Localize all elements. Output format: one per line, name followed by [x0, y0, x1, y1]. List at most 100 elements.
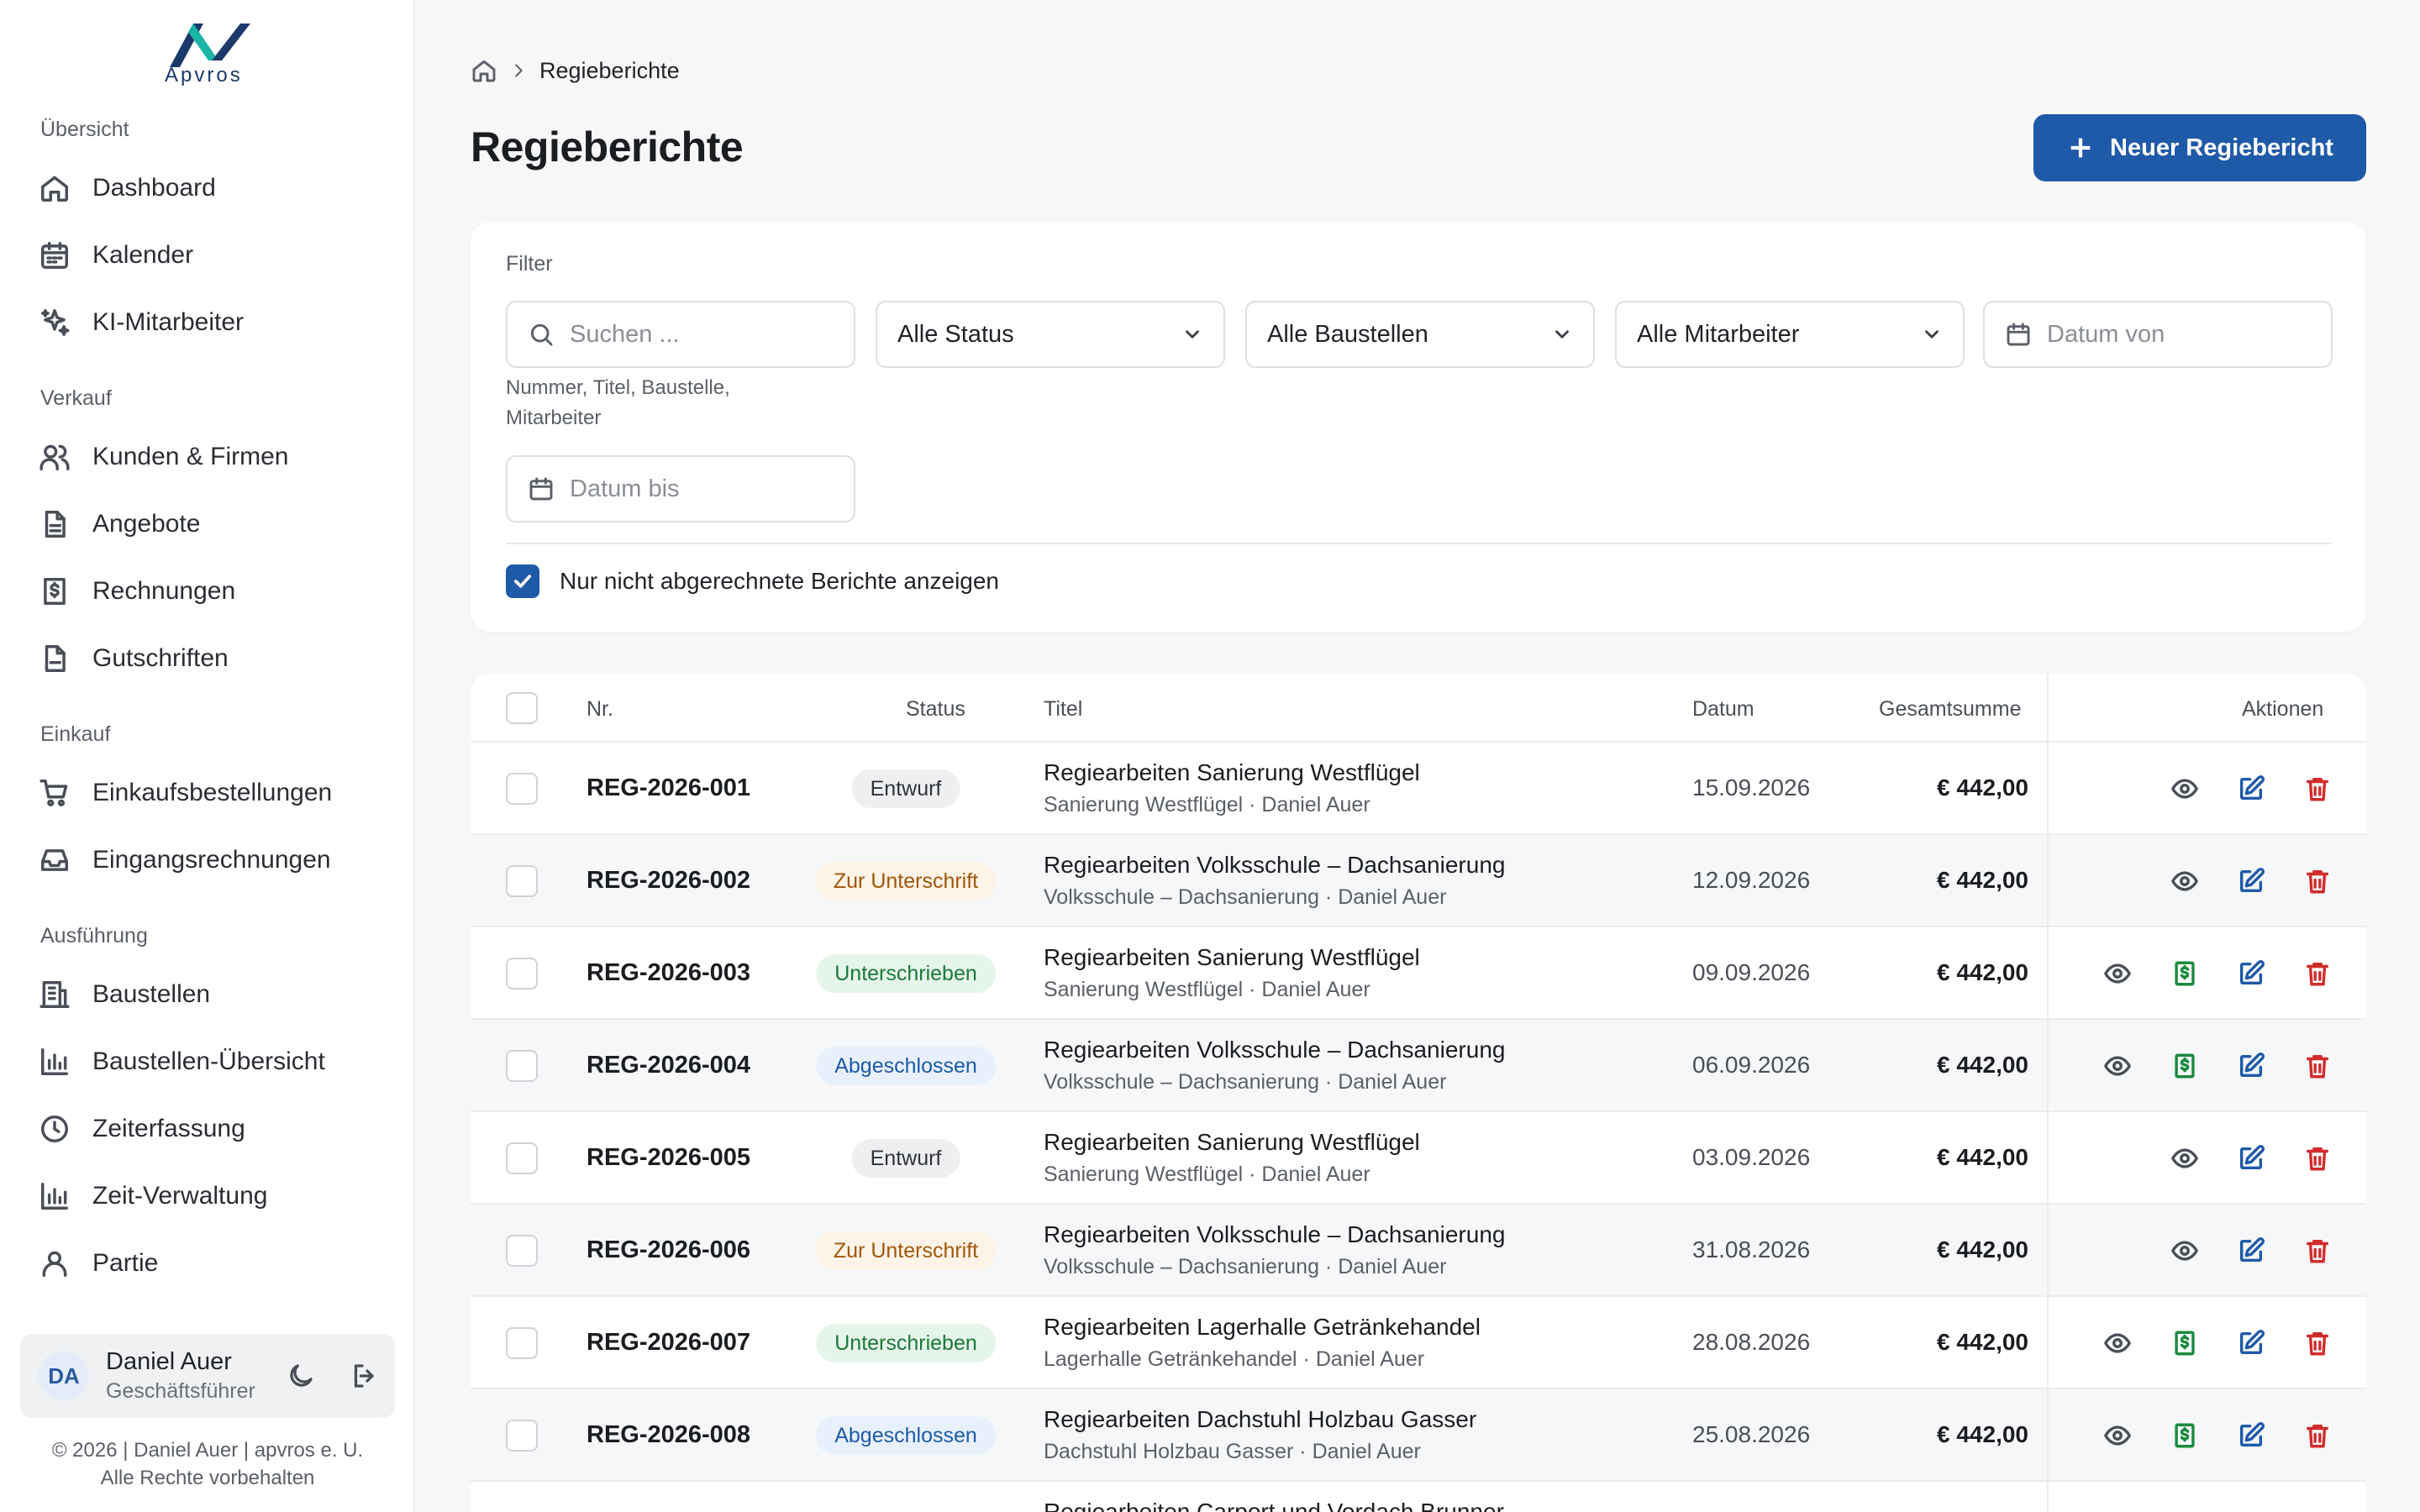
view-button[interactable]: [2167, 1233, 2202, 1268]
report-number[interactable]: REG-2026-003: [587, 959, 750, 987]
edit-button[interactable]: [2233, 1326, 2269, 1361]
row-checkbox[interactable]: [506, 1142, 538, 1174]
delete-button[interactable]: [2300, 1326, 2335, 1361]
search-input[interactable]: Suchen ...: [506, 301, 855, 368]
edit-icon: [2239, 1052, 2265, 1078]
date-from-input[interactable]: Datum von: [1983, 301, 2333, 368]
report-title[interactable]: Regiearbeiten Sanierung Westflügel: [1044, 944, 1420, 971]
report-title[interactable]: Regiearbeiten Volksschule – Dachsanierun…: [1044, 1037, 1505, 1063]
report-title[interactable]: Regiearbeiten Sanierung Westflügel: [1044, 759, 1420, 786]
view-button[interactable]: [2100, 1048, 2135, 1084]
delete-button[interactable]: [2300, 1141, 2335, 1176]
header-titel[interactable]: Titel: [1044, 697, 1082, 722]
row-checkbox[interactable]: [506, 1327, 538, 1359]
view-button[interactable]: [2167, 864, 2202, 899]
sidebar-item-baustellen-übersicht[interactable]: Baustellen-Übersicht: [37, 1034, 390, 1089]
report-number[interactable]: REG-2026-005: [587, 1144, 750, 1172]
sidebar-item-kunden-firmen[interactable]: Kunden & Firmen: [37, 429, 390, 485]
create-invoice-button[interactable]: [2167, 956, 2202, 991]
sidebar-item-zeit-verwaltung[interactable]: Zeit-Verwaltung: [37, 1168, 390, 1224]
new-report-button[interactable]: Neuer Regiebericht: [2033, 114, 2366, 181]
report-title[interactable]: Regiearbeiten Carport und Vordach Brunne…: [1044, 1499, 1504, 1512]
delete-button[interactable]: [2300, 864, 2335, 899]
edit-button[interactable]: [2233, 771, 2269, 806]
report-title[interactable]: Regiearbeiten Sanierung Westflügel: [1044, 1129, 1420, 1156]
table-row[interactable]: REG-2026-005 Entwurf Regiearbeiten Sanieru…: [471, 1112, 2366, 1205]
header-datum[interactable]: Datum: [1692, 697, 1754, 722]
sidebar-item-eingangsrechnungen[interactable]: Eingangsrechnungen: [37, 832, 390, 888]
report-number[interactable]: REG-2026-001: [587, 774, 750, 802]
report-title[interactable]: Regiearbeiten Volksschule – Dachsanierun…: [1044, 1221, 1505, 1248]
edit-button[interactable]: [2233, 1141, 2269, 1176]
header-nr[interactable]: Nr.: [587, 697, 613, 722]
delete-button[interactable]: [2300, 1418, 2335, 1453]
sidebar-item-rechnungen[interactable]: Rechnungen: [37, 564, 390, 619]
select-all-checkbox[interactable]: [506, 692, 538, 724]
logout-button[interactable]: [341, 1352, 388, 1399]
report-title[interactable]: Regiearbeiten Volksschule – Dachsanierun…: [1044, 852, 1505, 879]
edit-button[interactable]: [2233, 864, 2269, 899]
edit-button[interactable]: [2233, 1233, 2269, 1268]
view-button[interactable]: [2100, 1418, 2135, 1453]
report-number[interactable]: REG-2026-006: [587, 1236, 750, 1264]
report-title[interactable]: Regiearbeiten Dachstuhl Holzbau Gasser: [1044, 1406, 1476, 1433]
invoice-dollar-icon: [37, 574, 72, 609]
report-number[interactable]: REG-2026-002: [587, 867, 750, 895]
user-name: Daniel Auer: [106, 1348, 232, 1375]
row-checkbox[interactable]: [506, 773, 538, 805]
only-unbilled-toggle[interactable]: Nur nicht abgerechnete Berichte anzeigen: [506, 564, 999, 598]
create-invoice-button[interactable]: [2167, 1048, 2202, 1084]
sidebar-item-baustellen[interactable]: Baustellen: [37, 967, 390, 1022]
sidebar-item-partie[interactable]: Partie: [37, 1236, 390, 1291]
edit-button[interactable]: [2233, 1048, 2269, 1084]
view-button[interactable]: [2167, 771, 2202, 806]
table-row[interactable]: REG-2026-001 Entwurf Regiearbeiten Sanieru…: [471, 743, 2366, 835]
delete-button[interactable]: [2300, 1233, 2335, 1268]
sidebar-item-gutschriften[interactable]: Gutschriften: [37, 631, 390, 686]
table-row[interactable]: REG-2026-006 Zur Unterschrift Regiearbeite…: [471, 1205, 2366, 1297]
sidebar-item-ki-mitarbeiter[interactable]: KI-Mitarbeiter: [37, 295, 390, 350]
view-button[interactable]: [2167, 1141, 2202, 1176]
row-checkbox[interactable]: [506, 1235, 538, 1267]
report-number[interactable]: REG-2026-007: [587, 1329, 750, 1357]
edit-button[interactable]: [2233, 1418, 2269, 1453]
table-row[interactable]: REG-2026-007 Unterschrieben Regiearbeiten …: [471, 1297, 2366, 1389]
table-row[interactable]: Regiearbeiten Carport und Vordach Brunne…: [471, 1482, 2366, 1512]
report-total: € 442,00: [1937, 1421, 2028, 1447]
sidebar-item-einkaufsbestellungen[interactable]: Einkaufsbestellungen: [37, 765, 390, 821]
create-invoice-button[interactable]: [2167, 1326, 2202, 1361]
report-title[interactable]: Regiearbeiten Lagerhalle Getränkehandel: [1044, 1314, 1481, 1341]
theme-toggle-button[interactable]: [277, 1352, 324, 1399]
edit-button[interactable]: [2233, 956, 2269, 991]
sidebar-item-kalender[interactable]: Kalender: [37, 228, 390, 283]
breadcrumb-home-link[interactable]: [471, 57, 497, 84]
view-button[interactable]: [2100, 1326, 2135, 1361]
report-number[interactable]: REG-2026-004: [587, 1052, 750, 1079]
home-icon: [472, 60, 496, 82]
table-row[interactable]: REG-2026-008 Abgeschlossen Regiearbeiten D…: [471, 1389, 2366, 1482]
row-checkbox[interactable]: [506, 1050, 538, 1082]
date-to-input[interactable]: Datum bis: [506, 455, 855, 522]
user-card[interactable]: DA Daniel Auer Geschäftsführer: [20, 1334, 395, 1418]
sidebar-item-zeiterfassung[interactable]: Zeiterfassung: [37, 1101, 390, 1157]
header-gesamtsumme[interactable]: Gesamtsumme: [1879, 697, 2021, 722]
view-button[interactable]: [2100, 956, 2135, 991]
row-checkbox[interactable]: [506, 865, 538, 897]
delete-button[interactable]: [2300, 771, 2335, 806]
delete-button[interactable]: [2300, 956, 2335, 991]
create-invoice-button[interactable]: [2167, 1418, 2202, 1453]
sidebar-item-angebote[interactable]: Angebote: [37, 496, 390, 552]
delete-button[interactable]: [2300, 1048, 2335, 1084]
status-select[interactable]: Alle Status: [876, 301, 1225, 368]
only-unbilled-checkbox[interactable]: [506, 564, 539, 598]
report-number[interactable]: REG-2026-008: [587, 1421, 750, 1449]
table-row[interactable]: REG-2026-002 Zur Unterschrift Regiearbeite…: [471, 835, 2366, 927]
table-row[interactable]: REG-2026-004 Abgeschlossen Regiearbeiten V…: [471, 1020, 2366, 1112]
mitarbeiter-select[interactable]: Alle Mitarbeiter: [1615, 301, 1965, 368]
sidebar-item-dashboard[interactable]: Dashboard: [37, 160, 390, 216]
row-checkbox[interactable]: [506, 958, 538, 990]
header-status[interactable]: Status: [906, 697, 965, 722]
table-row[interactable]: REG-2026-003 Unterschrieben Regiearbeiten …: [471, 927, 2366, 1020]
baustelle-select[interactable]: Alle Baustellen: [1245, 301, 1595, 368]
row-checkbox[interactable]: [506, 1420, 538, 1452]
